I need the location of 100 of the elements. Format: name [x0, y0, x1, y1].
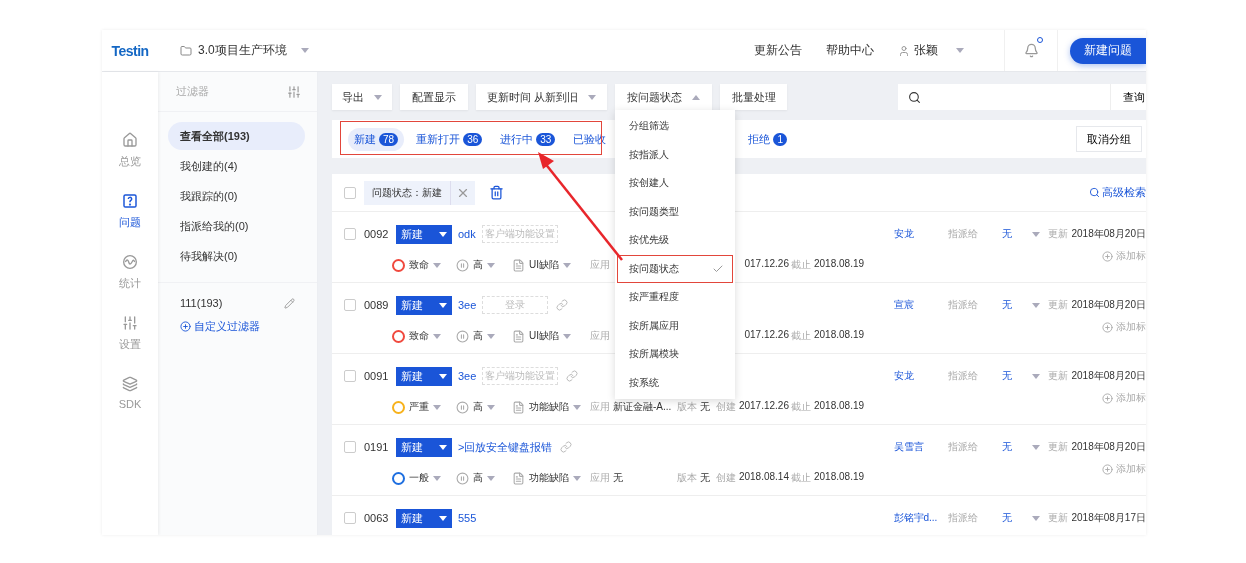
group-tab[interactable]: 进行中 33 [494, 127, 562, 151]
status-select[interactable]: 新建 [396, 224, 452, 244]
search-field[interactable]: 查询 [898, 84, 1146, 110]
group-tab[interactable]: 新建 78 [348, 127, 405, 151]
custom-filter[interactable]: 111(193) [180, 297, 223, 309]
status-select[interactable]: 新建 [396, 295, 452, 315]
filter-item[interactable]: 指派给我的(0) [168, 212, 305, 240]
type-select[interactable]: UI缺陷 [512, 329, 590, 343]
notification-button[interactable] [1004, 30, 1058, 71]
toolbar-button[interactable]: 批量处理 [720, 84, 787, 110]
logo[interactable]: Testin [102, 42, 158, 59]
type-select[interactable]: UI缺陷 [512, 258, 590, 272]
caret-icon [300, 48, 309, 53]
priority-icon [456, 258, 469, 272]
caret-icon[interactable] [1031, 302, 1040, 308]
priority-select[interactable]: 高 [456, 329, 512, 343]
checkbox[interactable] [344, 441, 356, 453]
header-link[interactable]: 更新公告 [754, 42, 802, 59]
filter-item[interactable]: 待我解决(0) [168, 242, 305, 270]
group-tab[interactable]: 重新打开 36 [410, 127, 489, 151]
status-select[interactable]: 新建 [396, 508, 452, 528]
assign-value[interactable]: 无 [1001, 511, 1032, 525]
menu-item[interactable]: 按问题状态 [617, 254, 733, 283]
issue-title[interactable]: odk [458, 228, 476, 240]
link-icon[interactable] [566, 370, 579, 382]
caret-icon[interactable] [1031, 231, 1040, 237]
edit-icon[interactable] [284, 297, 295, 309]
dropdown-button[interactable]: 按问题状态 [615, 84, 712, 110]
group-tab[interactable]: 拒绝 1 [742, 127, 793, 151]
status-select[interactable]: 新建 [396, 366, 452, 386]
severity-select[interactable]: 一般 [392, 471, 456, 485]
assign-value[interactable]: 无 [1001, 227, 1032, 241]
new-issue-button[interactable]: 新建问题 [1070, 37, 1146, 64]
issue-title[interactable]: >回放安全键盘报错 [458, 439, 553, 455]
type-select[interactable]: 功能缺陷 [512, 400, 590, 414]
assign-value[interactable]: 无 [1001, 298, 1032, 312]
checkbox[interactable] [344, 512, 356, 524]
issue-title[interactable]: 3ee [458, 370, 477, 382]
user-menu[interactable]: 张颖 [898, 42, 964, 59]
link-icon[interactable] [560, 441, 573, 453]
priority-icon [456, 329, 469, 343]
link-icon[interactable] [556, 299, 569, 311]
menu-item[interactable]: 分组筛选 [617, 112, 733, 141]
menu-item[interactable]: 按系统 [617, 368, 733, 397]
checkbox[interactable] [344, 299, 356, 311]
filter-item[interactable]: 我创建的(4) [168, 152, 305, 180]
menu-item[interactable]: 按所属应用 [617, 311, 733, 340]
add-filter-link[interactable]: 自定义过滤器 [180, 319, 295, 334]
checkbox[interactable] [344, 228, 356, 240]
priority-select[interactable]: 高 [456, 471, 512, 485]
priority-select[interactable]: 高 [456, 400, 512, 414]
toolbar-button[interactable]: 配置显示 [400, 84, 468, 110]
dropdown-button[interactable]: 更新时间 从新到旧 [476, 84, 607, 110]
assign-value[interactable]: 无 [1001, 440, 1032, 454]
plus-circle-icon [1102, 392, 1113, 404]
caret-icon[interactable] [1031, 373, 1040, 379]
assign-value[interactable]: 无 [1001, 369, 1032, 383]
severity-select[interactable]: 致命 [392, 329, 456, 343]
issue-title[interactable]: 555 [458, 512, 477, 524]
trash-icon[interactable] [489, 185, 504, 200]
document-icon [512, 258, 525, 272]
search-button[interactable]: 查询 [1110, 84, 1146, 110]
advanced-search-link[interactable]: 高级检索 [1089, 185, 1146, 200]
header-link[interactable]: 帮助中心 [826, 42, 874, 59]
type-select[interactable]: 功能缺陷 [512, 471, 590, 485]
severity-select[interactable]: 致命 [392, 258, 456, 272]
dropdown-button[interactable]: 导出 [332, 84, 392, 110]
menu-item[interactable]: 按创建人 [617, 169, 733, 198]
issue-title[interactable]: 3ee [458, 299, 477, 311]
menu-item[interactable]: 按指派人 [617, 140, 733, 169]
caret-icon[interactable] [1031, 444, 1040, 450]
project-selector[interactable]: 3.0项目生产环境 [180, 42, 309, 59]
filter-item[interactable]: 我跟踪的(0) [168, 182, 305, 210]
sliders-icon[interactable] [287, 84, 301, 99]
checkbox[interactable] [344, 186, 356, 199]
filter-item[interactable]: 查看全部(193) [168, 122, 305, 150]
assignee[interactable]: 安龙 [893, 227, 948, 241]
app-field: 应用 [590, 329, 610, 343]
menu-item[interactable]: 按严重程度 [617, 283, 733, 312]
nav-item[interactable]: 问题 [119, 193, 141, 230]
assignee[interactable]: 安龙 [893, 369, 948, 383]
ungroup-button[interactable]: 取消分组 [1076, 126, 1142, 152]
status-select[interactable]: 新建 [396, 437, 452, 457]
checkbox[interactable] [344, 370, 356, 382]
question-square-icon [122, 193, 138, 209]
updated-date: 更新 2018年08月20日 [1047, 369, 1146, 383]
assignee[interactable]: 宣宸 [893, 298, 948, 312]
severity-select[interactable]: 严重 [392, 400, 456, 414]
updated-date: 更新 2018年08月20日 [1047, 440, 1146, 454]
assignee[interactable]: 彭铭宇d... [893, 511, 948, 525]
caret-icon [956, 48, 964, 53]
menu-item[interactable]: 按优先级 [617, 226, 733, 255]
menu-item[interactable]: 按问题类型 [617, 197, 733, 226]
caret-icon[interactable] [1031, 515, 1040, 521]
filter-title: 过滤器 [176, 84, 209, 99]
assignee[interactable]: 吴雪言 [893, 440, 948, 454]
priority-select[interactable]: 高 [456, 258, 512, 272]
assign-label: 指派给 [947, 440, 979, 454]
plus-circle-icon [1102, 463, 1113, 475]
menu-item[interactable]: 按所属模块 [617, 340, 733, 369]
